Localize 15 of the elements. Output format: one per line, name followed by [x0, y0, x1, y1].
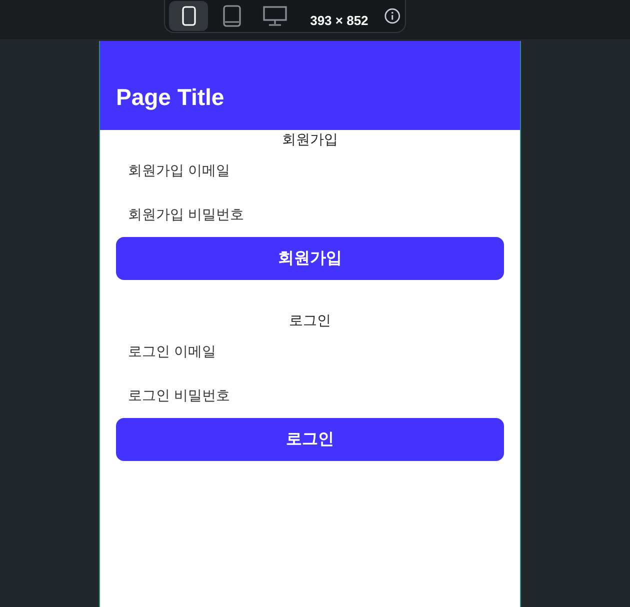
input-field[interactable]: 로그인 비밀번호 — [116, 373, 504, 417]
tablet-icon — [222, 5, 241, 27]
submit-button[interactable]: 회원가입 — [116, 237, 504, 280]
page-title: Page Title — [116, 82, 224, 112]
section-heading: 회원가입 — [281, 130, 339, 148]
device-button[interactable] — [169, 1, 208, 31]
info-icon[interactable] — [384, 7, 402, 25]
section-heading: 로그인 — [288, 311, 332, 329]
input-field[interactable]: 회원가입 이메일 — [116, 148, 504, 192]
submit-button[interactable]: 로그인 — [116, 418, 504, 461]
input-field[interactable]: 회원가입 비밀번호 — [116, 192, 504, 236]
monitor-icon — [262, 6, 287, 26]
viewport-size: 393 × 852 — [310, 12, 368, 30]
input-field[interactable]: 로그인 이메일 — [116, 329, 504, 373]
phone-icon — [182, 6, 196, 26]
